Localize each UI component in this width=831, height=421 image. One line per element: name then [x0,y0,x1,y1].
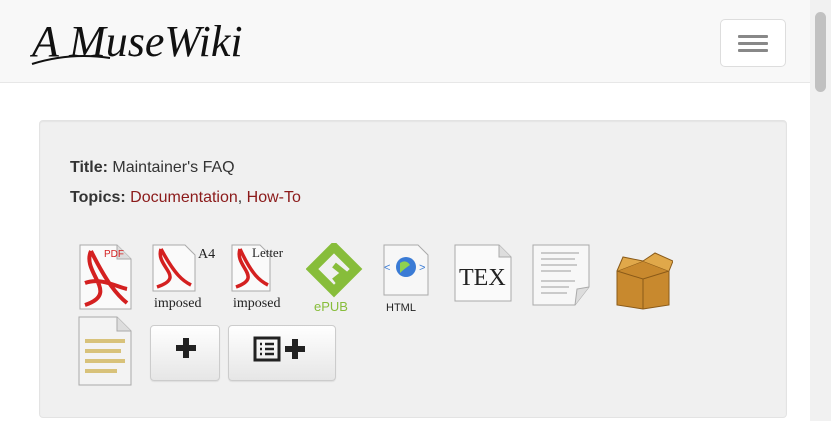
scrollbar-thumb[interactable] [815,12,826,92]
pdf-icon: PDF [79,244,132,310]
html-icon: < > HTML [383,244,429,314]
add-list-bookbuilder-button[interactable] [228,325,336,381]
download-tex-link[interactable]: TEX [453,243,515,320]
topic-link-documentation[interactable]: Documentation [130,189,238,206]
logo-text: A MuseWiki [30,17,243,66]
title-line: Title: Maintainer's FAQ [70,159,235,177]
pdf-letter-imposed-icon: Letter imposed [231,244,284,311]
svg-text:A4: A4 [198,247,215,262]
list-plus-icon [253,336,305,362]
topic-link-how-to[interactable]: How-To [247,189,301,206]
add-to-bookbuilder-button[interactable] [150,325,220,381]
package-box-icon [616,252,674,310]
page-scrollbar[interactable] [810,0,831,421]
svg-text:>: > [419,262,425,274]
download-epub-link[interactable]: ePUB [305,240,366,320]
svg-text:Letter: Letter [252,245,284,260]
menu-toggle-button[interactable] [720,19,786,67]
download-notes-link[interactable] [77,315,135,392]
svg-text:imposed: imposed [154,296,201,311]
lined-document-icon [78,316,132,386]
title-label: Title: [70,159,108,176]
topics-line: Topics: Documentation, How-To [70,189,301,207]
text-info-panel: Title: Maintainer's FAQ Topics: Document… [39,120,787,418]
title-value: Maintainer's FAQ [112,159,235,176]
pdf-a4-imposed-icon: A4 imposed [152,244,215,311]
download-a4-imposed-link[interactable]: A4 imposed [151,243,223,320]
svg-text:imposed: imposed [233,296,280,311]
tex-icon: TEX [454,244,512,302]
topic-separator: , [237,189,247,206]
download-html-link[interactable]: < > HTML [378,243,438,320]
svg-text:HTML: HTML [386,302,416,314]
site-logo[interactable]: A MuseWiki [29,12,260,79]
navbar: A MuseWiki [0,0,810,83]
download-source-zip-link[interactable] [613,247,674,316]
svg-text:ePUB: ePUB [314,299,348,314]
svg-text:PDF: PDF [104,249,124,260]
plus-icon [176,338,196,358]
text-document-icon [532,244,590,306]
download-pdf-link[interactable]: PDF [77,243,133,316]
download-letter-imposed-link[interactable]: Letter imposed [230,243,304,320]
svg-text:<: < [384,262,390,274]
epub-icon: ePUB [305,240,363,314]
download-plain-text-link[interactable] [531,243,593,320]
topics-label: Topics: [70,189,126,206]
svg-text:TEX: TEX [459,265,506,291]
